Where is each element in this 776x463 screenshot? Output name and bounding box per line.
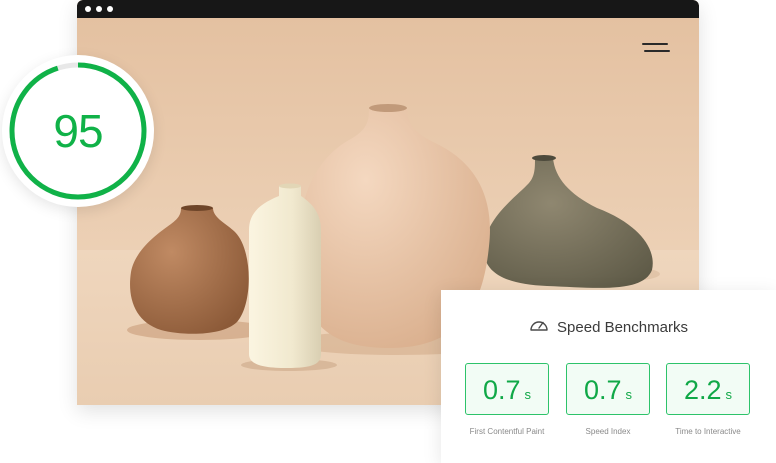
metric-unit: s	[625, 387, 633, 402]
window-dot-icon	[107, 6, 113, 12]
metric-unit: s	[725, 387, 733, 402]
window-dot-icon	[96, 6, 102, 12]
metric-label: Speed Index	[585, 427, 631, 436]
score-value: 95	[53, 105, 103, 157]
metric-label: Time to Interactive	[675, 427, 741, 436]
hamburger-menu-icon[interactable]	[642, 42, 670, 56]
menu-line	[642, 43, 668, 45]
metric-speed-index: 0.7 s	[566, 363, 650, 415]
metric-value: 0.7	[583, 375, 622, 405]
performance-score-gauge: 95	[2, 55, 154, 207]
metric-value: 2.2	[683, 375, 722, 405]
speed-benchmarks-card: Speed Benchmarks 0.7 s 0.7 s 2.2 s First Co…	[441, 290, 776, 463]
card-title: Speed Benchmarks	[557, 318, 688, 336]
metric-first-contentful-paint: 0.7 s	[465, 363, 549, 415]
window-dot-icon	[85, 6, 91, 12]
browser-titlebar	[77, 0, 699, 18]
card-header: Speed Benchmarks	[441, 317, 776, 337]
menu-line	[644, 50, 670, 52]
metric-time-to-interactive: 2.2 s	[666, 363, 750, 415]
metric-label: First Contentful Paint	[469, 427, 545, 436]
metric-value: 0.7	[482, 375, 521, 405]
speedometer-icon	[529, 317, 549, 338]
metric-unit: s	[524, 387, 532, 402]
